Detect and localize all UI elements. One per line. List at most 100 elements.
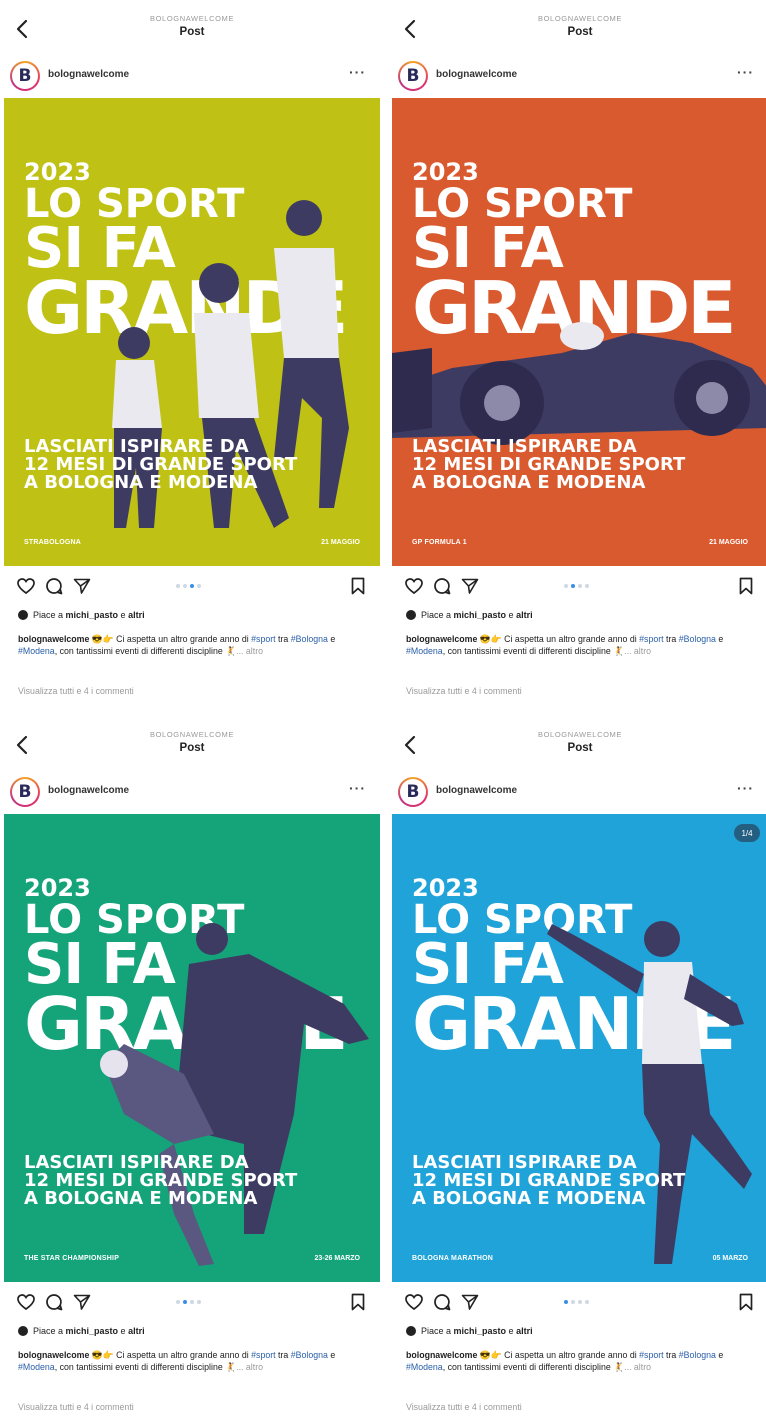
hashtag-link[interactable]: #Bologna [291, 634, 328, 644]
comment-icon[interactable] [44, 576, 64, 596]
carousel-dot [564, 1300, 568, 1304]
top-bar: BOLOGNAWELCOME Post [4, 722, 380, 764]
carousel-dot [197, 1300, 201, 1304]
action-bar [392, 1290, 766, 1316]
view-comments-link[interactable]: Visualizza tutti e 4 i commenti [18, 686, 134, 696]
carousel-dot [578, 1300, 582, 1304]
caption-username[interactable]: bolognawelcome [406, 1350, 477, 1360]
tagline-line: A BOLOGNA E MODENA [412, 1188, 646, 1209]
carousel-dot [183, 584, 187, 588]
likes-summary[interactable]: Piace a michi_pasto e altri [18, 1326, 145, 1336]
hashtag-link[interactable]: #Bologna [679, 1350, 716, 1360]
carousel-counter-badge: 1/4 [734, 824, 760, 842]
more-link[interactable]: ... altro [236, 646, 263, 656]
view-comments-link[interactable]: Visualizza tutti e 4 i commenti [406, 686, 522, 696]
hashtag-link[interactable]: #sport [251, 634, 275, 644]
caption: bolognawelcome 😎👉 Ci aspetta un altro gr… [18, 634, 336, 656]
heart-icon[interactable] [404, 1292, 424, 1312]
bookmark-icon[interactable] [736, 1292, 756, 1312]
likes-text: Piace a michi_pasto e altri [421, 610, 533, 620]
dancers-photo [100, 923, 369, 1266]
instagram-post: BOLOGNAWELCOME Post B bolognawelcome ···… [392, 6, 766, 706]
post-image[interactable]: 2023 LO SPORT SI FA GRANDE LASCIATI ISPI… [392, 98, 766, 566]
marathon-runner-photo [547, 921, 752, 1264]
liker-avatar [18, 610, 28, 620]
carousel-dot [585, 584, 589, 588]
runners-photo [112, 200, 349, 528]
avatar-logo: B [406, 782, 420, 802]
caption-username[interactable]: bolognawelcome [18, 634, 89, 644]
view-comments-link[interactable]: Visualizza tutti e 4 i commenti [406, 1402, 522, 1412]
post-header: B bolognawelcome ··· [392, 58, 766, 94]
hashtag-link[interactable]: #Bologna [679, 634, 716, 644]
hashtag-link[interactable]: #Modena [18, 646, 55, 656]
post-header: B bolognawelcome ··· [4, 774, 380, 810]
likes-text: Piace a michi_pasto e altri [421, 1326, 533, 1336]
hashtag-link[interactable]: #sport [639, 634, 663, 644]
hashtag-link[interactable]: #sport [639, 1350, 663, 1360]
username[interactable]: bolognawelcome [48, 785, 129, 796]
post-image[interactable]: 2023 LO SPORT SI FA GRANDE LASCIATI ISPI… [4, 98, 380, 566]
more-options-icon[interactable]: ··· [737, 64, 754, 80]
more-options-icon[interactable]: ··· [349, 64, 366, 80]
avatar[interactable]: B [398, 61, 428, 91]
heart-icon[interactable] [404, 576, 424, 596]
event-date: 05 MARZO [712, 1255, 748, 1262]
likes-summary[interactable]: Piace a michi_pasto e altri [406, 1326, 533, 1336]
username[interactable]: bolognawelcome [436, 785, 517, 796]
avatar[interactable]: B [398, 777, 428, 807]
likes-summary[interactable]: Piace a michi_pasto e altri [406, 610, 533, 620]
caption: bolognawelcome 😎👉 Ci aspetta un altro gr… [406, 634, 724, 656]
more-options-icon[interactable]: ··· [737, 780, 754, 796]
event-name: THE STAR CHAMPIONSHIP [24, 1255, 120, 1262]
heart-icon[interactable] [16, 1292, 36, 1312]
view-comments-link[interactable]: Visualizza tutti e 4 i commenti [18, 1402, 134, 1412]
likes-summary[interactable]: Piace a michi_pasto e altri [18, 610, 145, 620]
comment-icon[interactable] [432, 1292, 452, 1312]
carousel-dot [571, 584, 575, 588]
more-link[interactable]: ... altro [624, 1362, 651, 1372]
liker-avatar [406, 1326, 416, 1336]
share-icon[interactable] [72, 1292, 92, 1312]
top-bar: BOLOGNAWELCOME Post [4, 6, 380, 48]
more-link[interactable]: ... altro [624, 646, 651, 656]
bookmark-icon[interactable] [348, 576, 368, 596]
carousel-dot [578, 584, 582, 588]
account-name-small: BOLOGNAWELCOME [150, 730, 234, 739]
caption-username[interactable]: bolognawelcome [18, 1350, 89, 1360]
top-bar: BOLOGNAWELCOME Post [392, 722, 766, 764]
share-icon[interactable] [72, 576, 92, 596]
hashtag-link[interactable]: #Modena [18, 1362, 55, 1372]
hashtag-link[interactable]: #Bologna [291, 1350, 328, 1360]
avatar[interactable]: B [10, 61, 40, 91]
avatar-logo: B [406, 66, 420, 86]
avatar-logo: B [18, 782, 32, 802]
post-header: B bolognawelcome ··· [392, 774, 766, 810]
carousel-indicator [564, 584, 589, 588]
post-image[interactable]: 2023 LO SPORT SI FA GRANDE LASCIATI ISPI… [4, 814, 380, 1282]
username[interactable]: bolognawelcome [48, 69, 129, 80]
heart-icon[interactable] [16, 576, 36, 596]
carousel-indicator [564, 1300, 589, 1304]
comment-icon[interactable] [432, 576, 452, 596]
avatar[interactable]: B [10, 777, 40, 807]
share-icon[interactable] [460, 1292, 480, 1312]
caption-username[interactable]: bolognawelcome [406, 634, 477, 644]
hashtag-link[interactable]: #sport [251, 1350, 275, 1360]
bookmark-icon[interactable] [348, 1292, 368, 1312]
more-options-icon[interactable]: ··· [349, 780, 366, 796]
more-link[interactable]: ... altro [236, 1362, 263, 1372]
post-image[interactable]: 2023 LO SPORT SI FA GRANDE LASCIATI ISPI… [392, 814, 766, 1282]
page-title: Post [179, 742, 205, 754]
hashtag-link[interactable]: #Modena [406, 646, 443, 656]
instagram-post: BOLOGNAWELCOME Post B bolognawelcome ···… [392, 722, 766, 1422]
tagline-line: A BOLOGNA E MODENA [24, 1188, 258, 1209]
bookmark-icon[interactable] [736, 576, 756, 596]
username[interactable]: bolognawelcome [436, 69, 517, 80]
tagline: LASCIATI ISPIRARE DA 12 MESI DI GRANDE S… [412, 1154, 685, 1208]
carousel-dot [176, 1300, 180, 1304]
share-icon[interactable] [460, 576, 480, 596]
formula1-car-photo [392, 322, 766, 445]
hashtag-link[interactable]: #Modena [406, 1362, 443, 1372]
comment-icon[interactable] [44, 1292, 64, 1312]
